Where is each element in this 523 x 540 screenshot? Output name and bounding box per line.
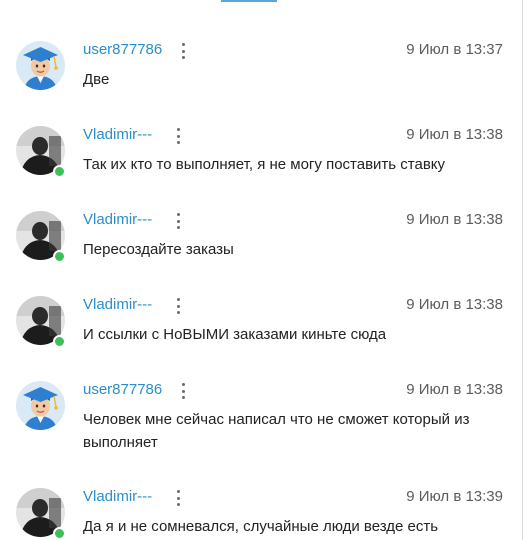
message-text: Пересоздайте заказы [83,241,234,258]
username[interactable]: user877786 [83,381,162,399]
timestamp: 9 Июл в 13:39 [406,488,503,505]
chat-message-list: user877786 9 Июл в 13:37 Две Vladimir---… [0,0,523,540]
username[interactable]: user877786 [83,41,162,59]
username[interactable]: Vladimir--- [83,488,152,506]
timestamp: 9 Июл в 13:38 [406,211,503,228]
message-text: И ссылки с НоВЫМИ заказами киньте сюда [83,326,387,343]
username[interactable]: Vladimir--- [83,211,152,229]
kebab-menu-icon[interactable] [175,490,181,506]
kebab-menu-icon[interactable] [180,43,186,59]
timestamp: 9 Июл в 13:38 [406,381,503,398]
timestamp: 9 Июл в 13:38 [406,296,503,313]
kebab-menu-icon[interactable] [175,298,181,314]
timestamp: 9 Июл в 13:37 [406,41,503,58]
timestamp: 9 Июл в 13:38 [406,126,503,143]
active-tab-indicator [221,0,277,2]
message-text: Две [83,71,110,88]
message-text: Так их кто то выполняет, я не могу поста… [83,156,446,173]
online-status-icon [53,527,66,540]
avatar[interactable] [16,41,65,90]
message-text: Человек мне сейчас написал что не сможет… [83,411,470,451]
username[interactable]: Vladimir--- [83,296,152,314]
online-status-icon [53,165,66,178]
online-status-icon [53,335,66,348]
online-status-icon [53,250,66,263]
kebab-menu-icon[interactable] [180,383,186,399]
username[interactable]: Vladimir--- [83,126,152,144]
kebab-menu-icon[interactable] [175,128,181,144]
message-text: Да я и не сомневался, случайные люди вез… [83,518,439,535]
kebab-menu-icon[interactable] [175,213,181,229]
avatar[interactable] [16,381,65,430]
